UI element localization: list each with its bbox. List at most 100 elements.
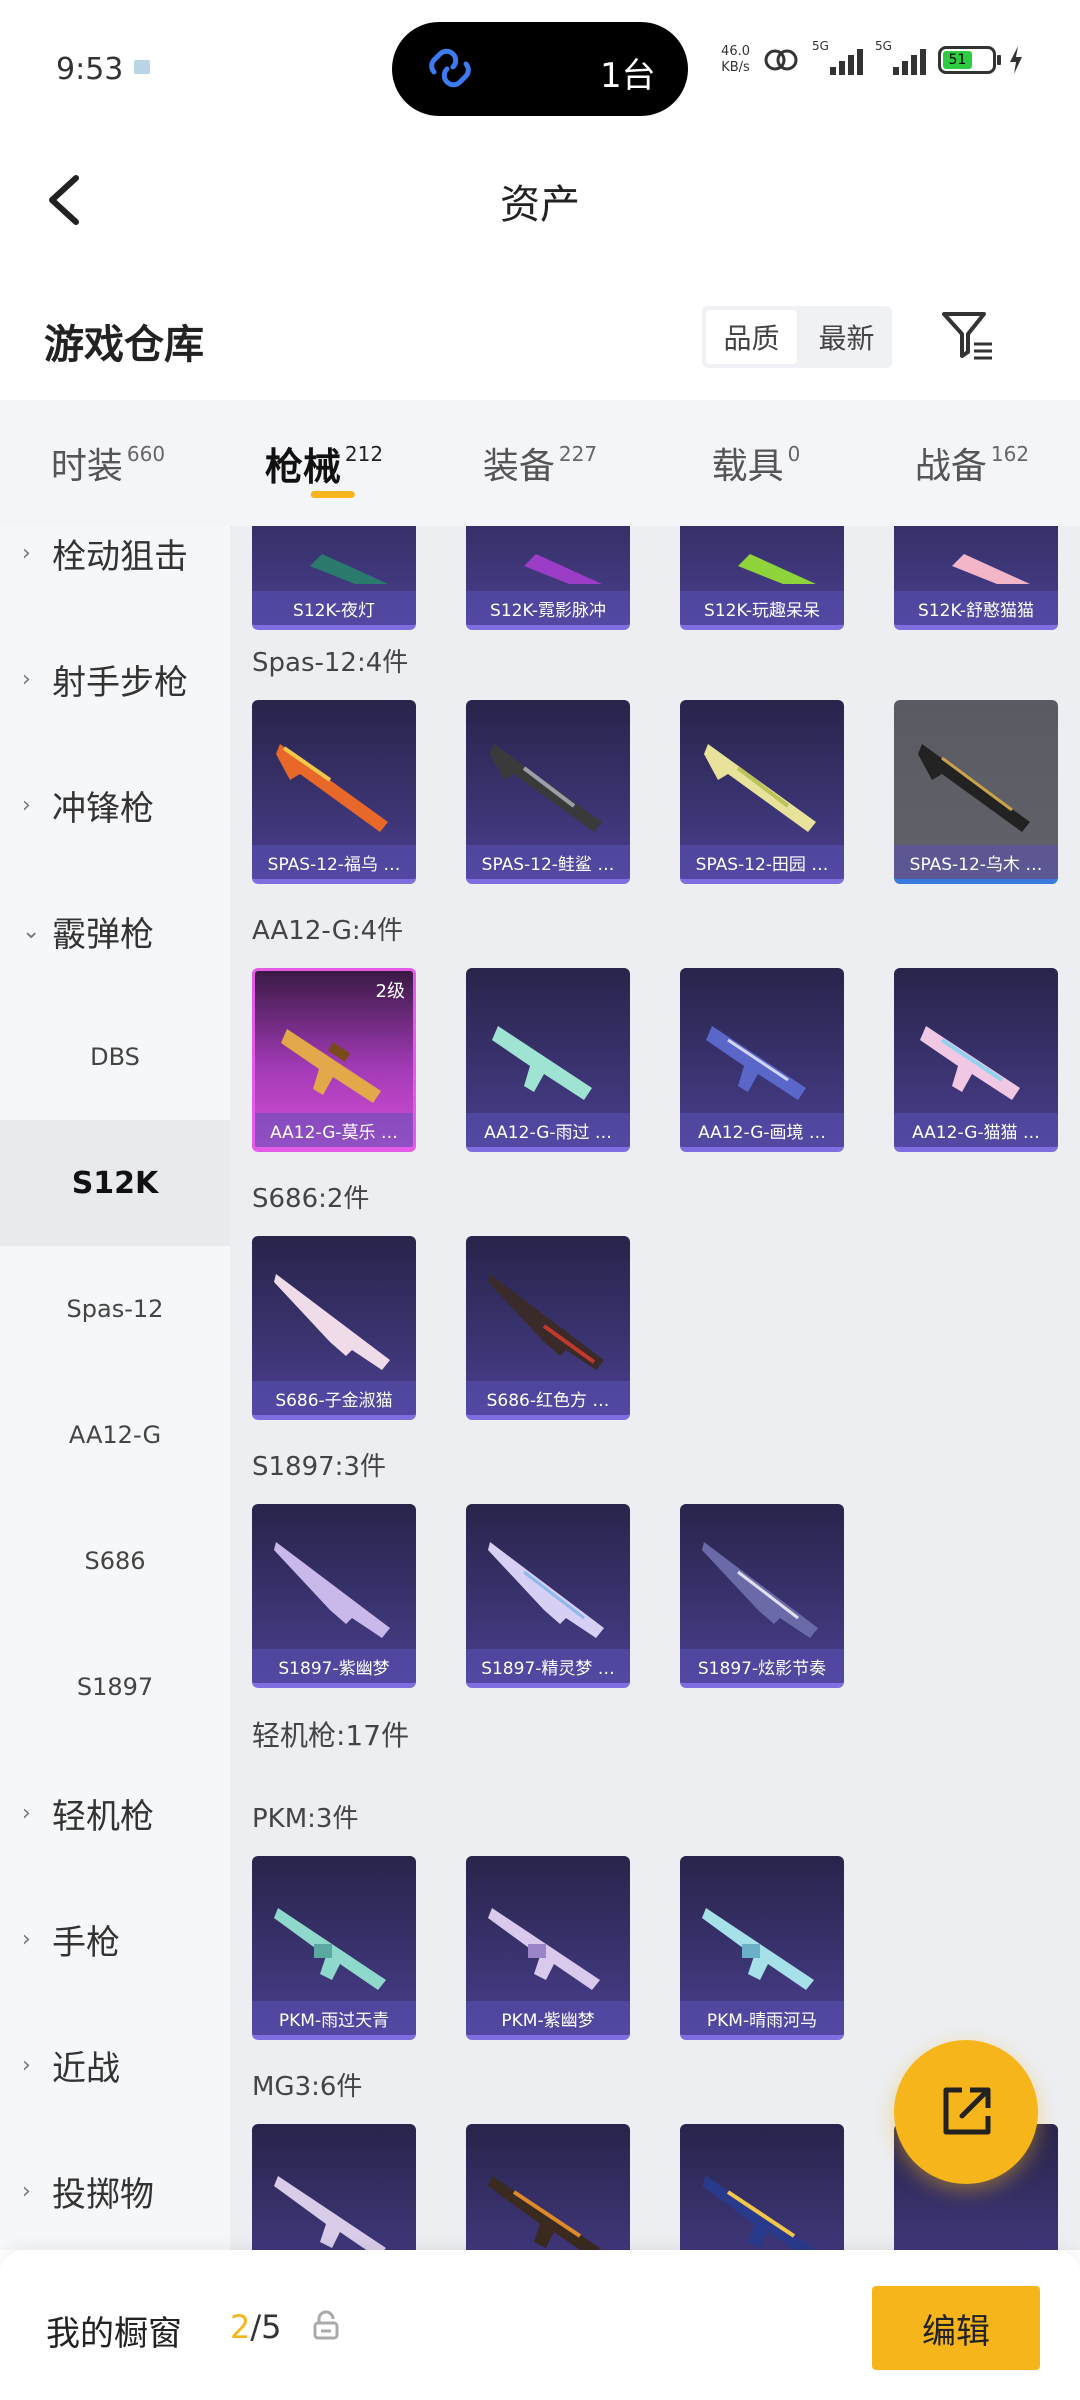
skin-card[interactable]: PKM-雨过天青 [252,1856,416,2040]
app-header: 资产 [0,140,1080,260]
section-label-lmg: 轻机枪:17件 [252,1719,410,1752]
skin-card[interactable]: S12K-夜灯 [252,526,416,630]
tab-vehicles[interactable]: 载具 0 [648,400,864,526]
chevron-down-icon: ⌄ [22,918,41,944]
machine-gun-icon [488,1908,600,1990]
sidebar-item-shotgun[interactable]: ⌄ 霰弹枪 [0,868,230,994]
filter-icon[interactable] [940,308,996,364]
skin-card[interactable]: 2级 AA12-G-莫乐 … [252,968,416,1152]
skin-card[interactable]: SPAS-12-乌木 … [894,700,1058,884]
skin-card[interactable] [680,2124,844,2250]
skin-card[interactable]: SPAS-12-田园 … [680,700,844,884]
machine-gun-icon [702,2176,814,2250]
showcase-bar: 我的橱窗 2/5 编辑 [0,2250,1080,2400]
sidebar-item-dmr[interactable]: › 射手步枪 [0,616,230,742]
section-label-s686: S686:2件 [252,1184,370,1214]
skin-card[interactable]: S686-红色方 … [466,1236,630,1420]
skin-card[interactable] [466,2124,630,2250]
shotgun-icon [274,1274,390,1370]
page-title: 资产 [500,182,580,228]
weapon-grid: S12K-夜灯 S12K-霓影脉冲 S12K-玩趣呆呆 S12K-舒憨猫猫 Sp… [230,526,1080,2250]
hotspot-link-icon [764,49,798,71]
skin-card[interactable]: S686-子金淑猫 [252,1236,416,1420]
skin-card[interactable]: PKM-紫幽梦 [466,1856,630,2040]
tab-supplies[interactable]: 战备 162 [864,400,1080,526]
shotgun-icon [276,744,388,832]
tab-fashion[interactable]: 时装 660 [0,400,216,526]
share-button[interactable] [894,2040,1038,2184]
skin-card[interactable]: S1897-精灵梦 … [466,1504,630,1688]
status-bar: 9:53 1台 46.0 KB/s 5G 5G 51 [0,0,1080,130]
skin-card[interactable]: SPAS-12-福乌 … [252,700,416,884]
sort-toggle: 品质 最新 [702,306,892,368]
sidebar-subitem-s686[interactable]: S686 [0,1498,230,1624]
sidebar-item-smg[interactable]: › 冲锋枪 [0,742,230,868]
category-tabs: 时装 660 枪械 212 装备 227 载具 0 战备 162 [0,400,1080,526]
sort-newest-button[interactable]: 最新 [801,306,892,368]
sidebar-item-throwables[interactable]: › 投掷物 [0,2128,230,2250]
shotgun-icon [704,744,816,832]
chevron-right-icon: › [22,2052,31,2078]
rifle-shotgun-icon [920,1026,1020,1100]
share-icon [943,2087,991,2135]
status-time: 9:53 [56,52,124,87]
signal-sim2-icon: 5G [875,39,926,75]
sidebar-subitem-s12k[interactable]: S12K [0,1120,230,1246]
skin-card[interactable]: SPAS-12-鲑鲨 … [466,700,630,884]
sidebar-item-melee[interactable]: › 近战 [0,2002,230,2128]
showcase-count: 2/5 [230,2308,282,2346]
section-label-mg3: MG3:6件 [252,2072,363,2102]
status-icons: 46.0 KB/s 5G 5G 51 [721,39,1024,76]
machine-gun-icon [274,1908,386,1990]
chevron-right-icon: › [22,792,31,818]
section-label-pkm: PKM:3件 [252,1804,359,1834]
sidebar-subitem-aa12g[interactable]: AA12-G [0,1372,230,1498]
sidebar-subitem-spas12[interactable]: Spas-12 [0,1246,230,1372]
signal-sim1-icon: 5G [812,39,863,75]
charging-icon [1010,46,1022,74]
skin-card[interactable]: AA12-G-猫猫 … [894,968,1058,1152]
rifle-shotgun-icon [492,1026,592,1100]
link-icon [429,48,471,88]
skin-card[interactable]: S1897-炫影节奏 [680,1504,844,1688]
shotgun-icon [524,554,602,584]
tab-firearms[interactable]: 枪械 212 [216,400,432,526]
machine-gun-icon [274,2176,386,2250]
sidebar-subitem-s1897[interactable]: S1897 [0,1624,230,1750]
chevron-right-icon: › [22,666,31,692]
machine-gun-icon [488,2176,600,2250]
skin-card[interactable]: S12K-舒憨猫猫 [894,526,1058,630]
edit-button[interactable]: 编辑 [872,2286,1040,2370]
skin-card[interactable] [252,2124,416,2250]
notification-icon [134,60,150,74]
chevron-right-icon: › [22,1800,31,1826]
shotgun-icon [918,744,1030,832]
machine-gun-icon [702,1908,814,1990]
skin-card[interactable]: AA12-G-雨过 … [466,968,630,1152]
shotgun-icon [490,744,602,832]
tab-equipment[interactable]: 装备 227 [432,400,648,526]
rifle-shotgun-icon [706,1026,806,1100]
chevron-right-icon: › [22,540,31,566]
sidebar-item-bolt-sniper[interactable]: › 栓动狙击 [0,526,230,616]
skin-card[interactable]: S12K-玩趣呆呆 [680,526,844,630]
skin-card[interactable]: S12K-霓影脉冲 [466,526,630,630]
rifle-shotgun-icon [281,1029,381,1103]
battery-icon: 51 [938,46,1001,74]
shotgun-icon [488,1542,604,1638]
weapon-type-sidebar: › 栓动狙击 › 射手步枪 › 冲锋枪 ⌄ 霰弹枪 DBS S12K Spas-12 A… [0,526,230,2250]
skin-card[interactable]: PKM-晴雨河马 [680,1856,844,2040]
chevron-right-icon: › [22,1926,31,1952]
sort-quality-button[interactable]: 品质 [706,310,797,364]
skin-card[interactable]: S1897-紫幽梦 [252,1504,416,1688]
shotgun-icon [488,1274,604,1370]
skin-card[interactable]: AA12-G-画境 … [680,968,844,1152]
sidebar-item-lmg[interactable]: › 轻机枪 [0,1750,230,1876]
section-label-s1897: S1897:3件 [252,1452,386,1482]
sidebar-subitem-dbs[interactable]: DBS [0,994,230,1120]
chevron-right-icon: › [22,2178,31,2204]
net-speed: 46.0 KB/s [721,44,750,75]
sidebar-item-pistol[interactable]: › 手枪 [0,1876,230,2002]
showcase-label: 我的橱窗 [46,2314,182,2354]
section-label-aa12g: AA12-G:4件 [252,916,404,946]
